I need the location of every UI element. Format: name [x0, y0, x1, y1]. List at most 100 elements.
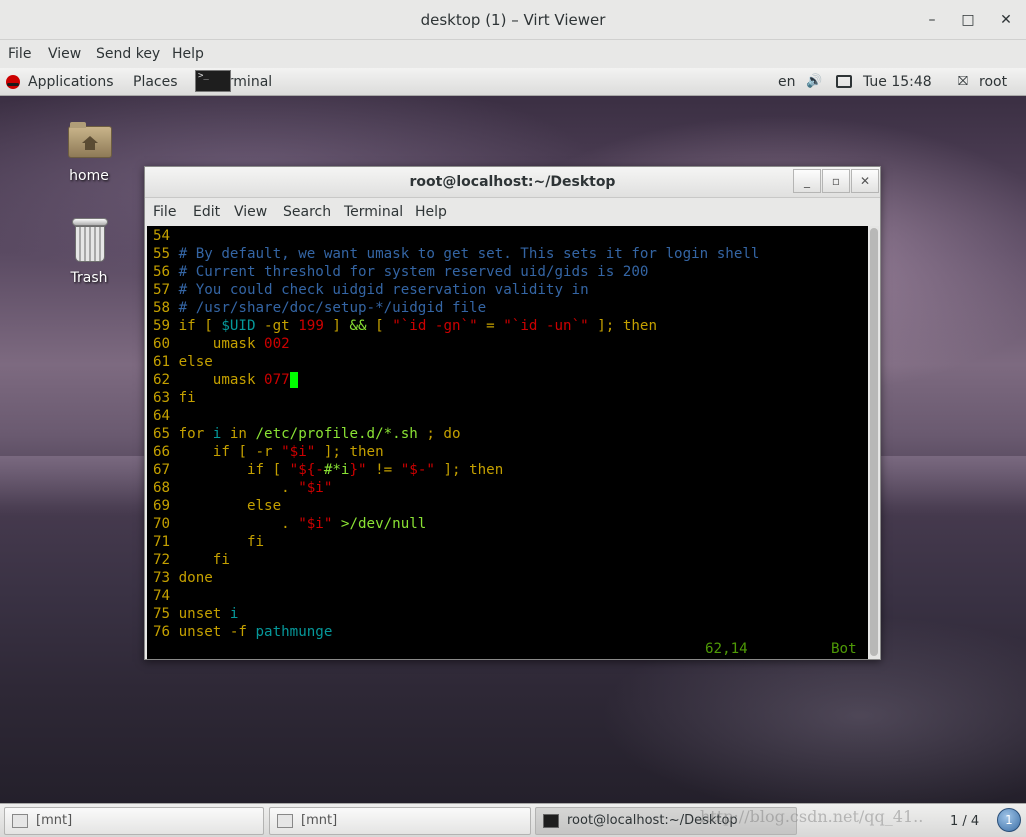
- close-button[interactable]: ✕: [996, 10, 1016, 30]
- maximize-button[interactable]: □: [958, 10, 978, 30]
- minimize-button[interactable]: –: [922, 10, 942, 30]
- code-token: ]: [323, 318, 350, 334]
- desktop-icon-trash[interactable]: Trash: [54, 218, 124, 288]
- code-token: $UID: [221, 318, 256, 334]
- line-number: 57: [153, 282, 179, 298]
- code-token: if [: [178, 462, 290, 478]
- code-token: =: [477, 318, 504, 334]
- scroll-position: Bot: [831, 641, 857, 657]
- code-token: pathmunge: [255, 624, 333, 640]
- code-token: in: [221, 426, 256, 442]
- network-icon[interactable]: [836, 75, 852, 88]
- desktop-icon-home[interactable]: home: [54, 122, 124, 186]
- code-token: -gt: [255, 318, 299, 334]
- line-number: 63: [153, 390, 179, 406]
- line-number: 65: [153, 426, 179, 442]
- code-token: for: [178, 426, 213, 442]
- code-line: 61 else: [153, 353, 213, 371]
- terminal-scrollbar[interactable]: [869, 226, 879, 659]
- code-line: 73 done: [153, 569, 213, 587]
- line-number: 73: [153, 570, 179, 586]
- scrollbar-thumb[interactable]: [870, 228, 878, 656]
- viewer-menu-help[interactable]: Help: [172, 46, 204, 62]
- terminal-menubar: File Edit View Search Terminal Help: [145, 198, 880, 225]
- line-number: 58: [153, 300, 179, 316]
- code-line: 74: [153, 587, 179, 605]
- code-token: !=: [366, 462, 401, 478]
- line-number: 68: [153, 480, 179, 496]
- terminal-window: root@localhost:~/Desktop _ ▫ ✕ File Edit…: [144, 166, 881, 660]
- code-token: # Current threshold for system reserved …: [178, 264, 649, 280]
- workspace-indicator[interactable]: 1 / 4: [950, 814, 979, 829]
- watermark-text: http://blog.csdn.net/qq_41..: [700, 807, 924, 826]
- line-number: 76: [153, 624, 179, 640]
- cursor-position: 62,14: [705, 641, 748, 657]
- viewer-menubar: File View Send key Help: [0, 40, 1026, 68]
- code-line: 67 if [ "${-#*i}" != "$-" ]; then: [153, 461, 503, 479]
- line-number: 70: [153, 516, 179, 532]
- terminal-menu-edit[interactable]: Edit: [193, 204, 220, 220]
- terminal-menu-terminal[interactable]: Terminal: [344, 204, 403, 220]
- code-line: 56 # Current threshold for system reserv…: [153, 263, 648, 281]
- terminal-menu-search[interactable]: Search: [283, 204, 331, 220]
- desktop-icon-label: Trash: [70, 270, 108, 286]
- taskbar-item-mnt-1[interactable]: [mnt]: [4, 807, 264, 835]
- code-token: .: [178, 516, 299, 532]
- line-number: 69: [153, 498, 179, 514]
- code-token: .: [178, 480, 299, 496]
- line-number: 54: [153, 228, 179, 244]
- viewer-menu-send-key[interactable]: Send key: [96, 46, 160, 62]
- volume-icon[interactable]: 🔊: [806, 74, 822, 89]
- code-line: 71 fi: [153, 533, 264, 551]
- terminal-menu-view[interactable]: View: [234, 204, 267, 220]
- code-token: done: [178, 570, 213, 586]
- code-line: 63 fi: [153, 389, 196, 407]
- code-line: 65 for i in /etc/profile.d/*.sh ; do: [153, 425, 461, 443]
- terminal-menu-help[interactable]: Help: [415, 204, 447, 220]
- code-line: 60 umask 002: [153, 335, 290, 353]
- code-token: ; do: [417, 426, 461, 442]
- taskbar-item-mnt-2[interactable]: [mnt]: [269, 807, 531, 835]
- terminal-minimize-button[interactable]: _: [793, 169, 821, 193]
- viewer-menu-file[interactable]: File: [8, 46, 31, 62]
- places-menu[interactable]: Places: [133, 74, 178, 90]
- code-token: ]; then: [588, 318, 658, 334]
- code-token: "${-: [289, 462, 324, 478]
- code-token: ]; then: [434, 462, 504, 478]
- code-token: [: [366, 318, 393, 334]
- text-cursor: [289, 372, 299, 388]
- gnome-top-panel: Applications Places Terminal en 🔊 Tue 15…: [0, 68, 1026, 96]
- viewer-window-title: desktop (1) – Virt Viewer: [420, 11, 606, 29]
- workspace-badge[interactable]: 1: [997, 808, 1021, 832]
- code-token: if [: [178, 318, 222, 334]
- code-token: "$i": [298, 480, 333, 496]
- line-number: 64: [153, 408, 179, 424]
- terminal-titlebar[interactable]: root@localhost:~/Desktop _ ▫ ✕: [145, 167, 880, 198]
- line-number: 71: [153, 534, 179, 550]
- code-token: umask: [178, 336, 265, 352]
- code-token: # You could check uidgid reservation val…: [178, 282, 589, 298]
- code-token: &&: [349, 318, 367, 334]
- terminal-menu-file[interactable]: File: [153, 204, 176, 220]
- code-line: 66 if [ -r "$i" ]; then: [153, 443, 384, 461]
- line-number: 67: [153, 462, 179, 478]
- code-token: >/dev/null: [332, 516, 427, 532]
- user-icon: ⛝: [958, 74, 968, 89]
- terminal-content[interactable]: 76 unset -f pathmunge 75 unset i 74 73 don…: [147, 226, 868, 659]
- clock[interactable]: Tue 15:48: [863, 74, 932, 90]
- code-token: i: [229, 606, 239, 622]
- code-line: 54: [153, 227, 179, 245]
- applications-menu[interactable]: Applications: [28, 74, 114, 90]
- terminal-close-button[interactable]: ✕: [851, 169, 879, 193]
- language-indicator[interactable]: en: [778, 74, 796, 90]
- code-line: 72 fi: [153, 551, 230, 569]
- line-number: 62: [153, 372, 179, 388]
- terminal-maximize-button[interactable]: ▫: [822, 169, 850, 193]
- viewer-menu-view[interactable]: View: [48, 46, 81, 62]
- code-token: 002: [264, 336, 290, 352]
- user-menu[interactable]: root: [979, 74, 1007, 90]
- terminal-app-icon: [195, 70, 231, 92]
- trash-icon: [72, 218, 108, 262]
- code-token: #*i: [323, 462, 350, 478]
- code-token: "`id -un`": [503, 318, 589, 334]
